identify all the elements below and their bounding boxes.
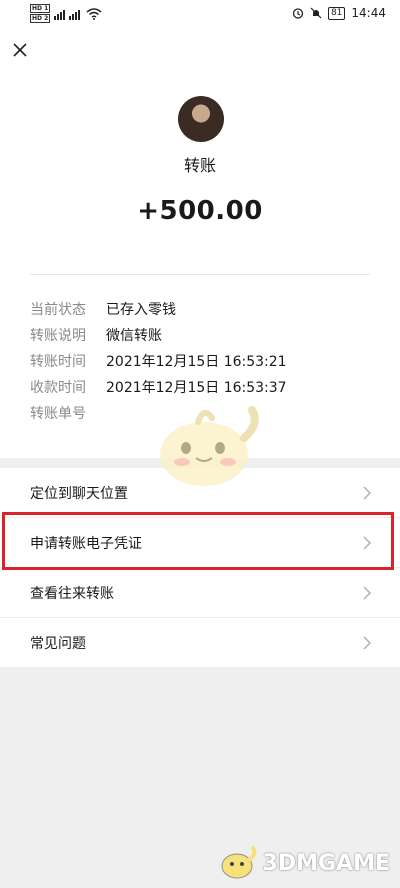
transfer-title: 转账: [183, 156, 216, 175]
detail-row: 当前状态 已存入零钱: [30, 296, 370, 322]
menu-item-label: 常见问题: [30, 635, 86, 652]
status-right: 81 14:44: [292, 6, 386, 20]
detail-value: 2021年12月15日 16:53:21: [106, 354, 287, 370]
watermark: 3DMGAME: [219, 846, 390, 880]
clock: 14:44: [351, 6, 386, 20]
detail-value: 微信转账: [106, 328, 162, 344]
avatar[interactable]: [178, 96, 224, 142]
mascot-watermark-icon: [160, 406, 259, 486]
wifi-icon: [86, 7, 102, 20]
mascot-logo-icon: [221, 846, 256, 879]
detail-row: 转账时间 2021年12月15日 16:53:21: [30, 348, 370, 374]
detail-key: 转账时间: [30, 354, 86, 370]
signal-icon: [54, 9, 81, 20]
status-left: HD 1 HD 2: [30, 4, 102, 23]
chevron-right-icon: [363, 586, 372, 600]
detail-value: 2021年12月15日 16:53:37: [106, 380, 287, 396]
detail-key: 转账单号: [30, 406, 86, 422]
close-icon: [13, 43, 27, 57]
sim1-label: HD 1: [30, 4, 51, 13]
sim2-label: HD 2: [30, 14, 51, 23]
close-button[interactable]: [8, 38, 32, 62]
menu-item-transfer-history[interactable]: 查看往来转账: [0, 568, 400, 618]
menu-item-label: 查看往来转账: [30, 585, 114, 602]
divider: [30, 274, 370, 275]
sim-indicators: HD 1 HD 2: [30, 4, 51, 23]
menu-item-label: 定位到聊天位置: [30, 485, 128, 502]
highlight-box: [2, 512, 394, 570]
watermark-text: 3DMGAME: [262, 850, 390, 876]
detail-row: 转账说明 微信转账: [30, 322, 370, 348]
alarm-icon: [292, 8, 304, 19]
battery-indicator: 81: [327, 6, 346, 20]
status-bar: HD 1 HD 2 81 14:44: [0, 0, 400, 28]
menu-item-faq[interactable]: 常见问题: [0, 618, 400, 667]
chevron-right-icon: [363, 486, 372, 500]
detail-row: 收款时间 2021年12月15日 16:53:37: [30, 374, 370, 400]
detail-value: 已存入零钱: [106, 302, 176, 318]
transfer-detail-card: 转账 +500.00 当前状态 已存入零钱 转账说明 微信转账 转账时间 202…: [0, 28, 400, 458]
silent-icon: [310, 7, 322, 19]
transfer-amount: +500.00: [137, 196, 263, 226]
detail-key: 当前状态: [30, 302, 86, 318]
chevron-right-icon: [363, 636, 372, 650]
detail-key: 收款时间: [30, 380, 86, 396]
detail-key: 转账说明: [30, 328, 86, 344]
